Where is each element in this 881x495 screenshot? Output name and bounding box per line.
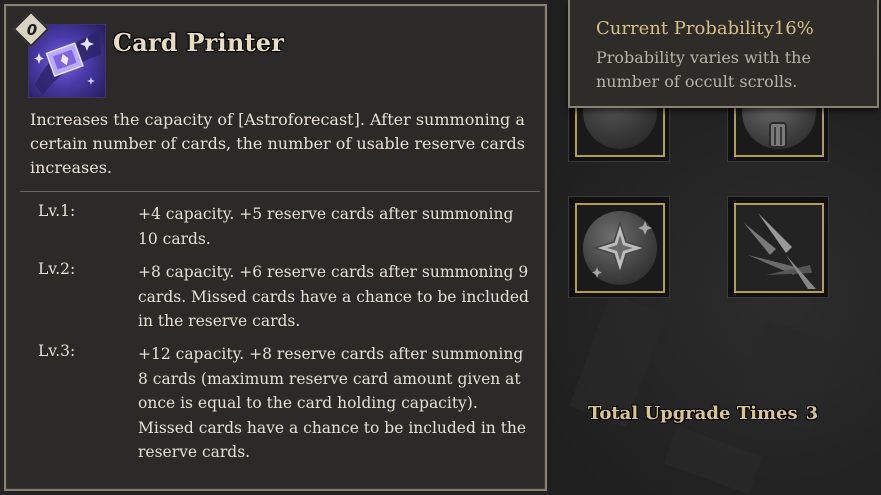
star-sparkle-icon — [583, 211, 657, 285]
level-badge-number: 0 — [26, 21, 38, 39]
card-description: Increases the capacity of [Astroforecast… — [30, 110, 525, 177]
skill-slot-4[interactable] — [727, 196, 829, 298]
level-label: Lv.2: — [38, 260, 76, 278]
blades-icon — [744, 213, 816, 289]
tooltip-title: Current Probability16% — [596, 18, 814, 39]
level-text: +4 capacity. +5 reserve cards after summ… — [138, 205, 514, 248]
tooltip-body: Probability varies with the number of oc… — [596, 48, 811, 91]
level-label: Lv.1: — [38, 202, 76, 220]
level-label: Lv.3: — [38, 342, 76, 360]
card-title: Card Printer — [113, 28, 285, 57]
probability-tooltip: Current Probability16% Probability varie… — [568, 0, 879, 108]
total-upgrade-times: Total Upgrade Times 3 — [588, 403, 818, 424]
divider — [20, 191, 540, 192]
upgrade-value: 3 — [805, 403, 819, 424]
background-shard — [663, 425, 763, 495]
card-detail-panel: 0 Card Printer Increases the capacity of… — [4, 4, 547, 491]
level-text: +12 capacity. +8 reserve cards after sum… — [138, 345, 527, 461]
upgrade-label: Total Upgrade Times — [588, 403, 798, 424]
level-text: +8 capacity. +6 reserve cards after summ… — [138, 263, 529, 330]
skill-slot-3[interactable] — [568, 196, 670, 298]
